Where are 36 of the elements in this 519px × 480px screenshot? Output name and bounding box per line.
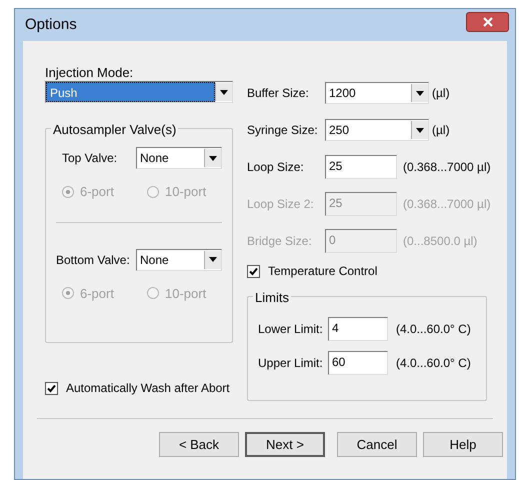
unit-label: (µl) — [432, 85, 450, 102]
dropdown[interactable]: None — [136, 147, 222, 169]
radio-label: 10-port — [165, 284, 206, 303]
field-label: Bottom Valve: — [56, 252, 130, 268]
radio-label: 10-port — [165, 183, 206, 201]
range-label: (4.0...60.0° C) — [396, 355, 471, 372]
field-label: Top Valve: — [61, 150, 118, 167]
field-label: Loop Size: — [247, 159, 305, 176]
dropdown[interactable]: None — [136, 248, 222, 270]
dialog-button[interactable]: < Back — [159, 432, 239, 457]
dropdown[interactable]: Push — [45, 81, 233, 103]
field-label: Upper Limit: — [258, 355, 324, 372]
window-title: Options — [25, 14, 77, 35]
field-label: Syringe Size: — [247, 122, 319, 139]
unit-label: (µl) — [432, 122, 450, 139]
dialog-button[interactable]: Help — [423, 432, 503, 457]
field-label: Lower Limit: — [258, 321, 324, 338]
field-label: Injection Mode: — [45, 64, 134, 81]
dialog-button[interactable]: Next > — [245, 432, 325, 457]
dialog-button[interactable]: Cancel — [337, 432, 417, 457]
field-label: Buffer Size: — [247, 85, 310, 102]
radio-label: 6-port — [80, 284, 114, 303]
range-label: (0.368...7000 µl) — [403, 159, 491, 176]
range-label: (4.0...60.0° C) — [396, 321, 471, 338]
text-field[interactable]: 25 — [325, 155, 397, 179]
field-label: Bridge Size: — [247, 233, 313, 250]
range-label: (0...8500.0 µl) — [403, 233, 478, 250]
dropdown[interactable]: 250 — [325, 119, 429, 141]
field-label: Loop Size 2: — [247, 196, 315, 213]
range-label: (0.368...7000 µl) — [403, 196, 491, 213]
text-field[interactable]: 4 — [328, 317, 388, 341]
checkbox-label: Temperature Control — [268, 263, 378, 280]
dropdown[interactable]: 1200 — [325, 82, 429, 104]
checkbox-label: Automatically Wash after Abort — [66, 380, 230, 397]
radio-label: 6-port — [80, 183, 114, 201]
text-field[interactable]: 60 — [328, 351, 388, 375]
